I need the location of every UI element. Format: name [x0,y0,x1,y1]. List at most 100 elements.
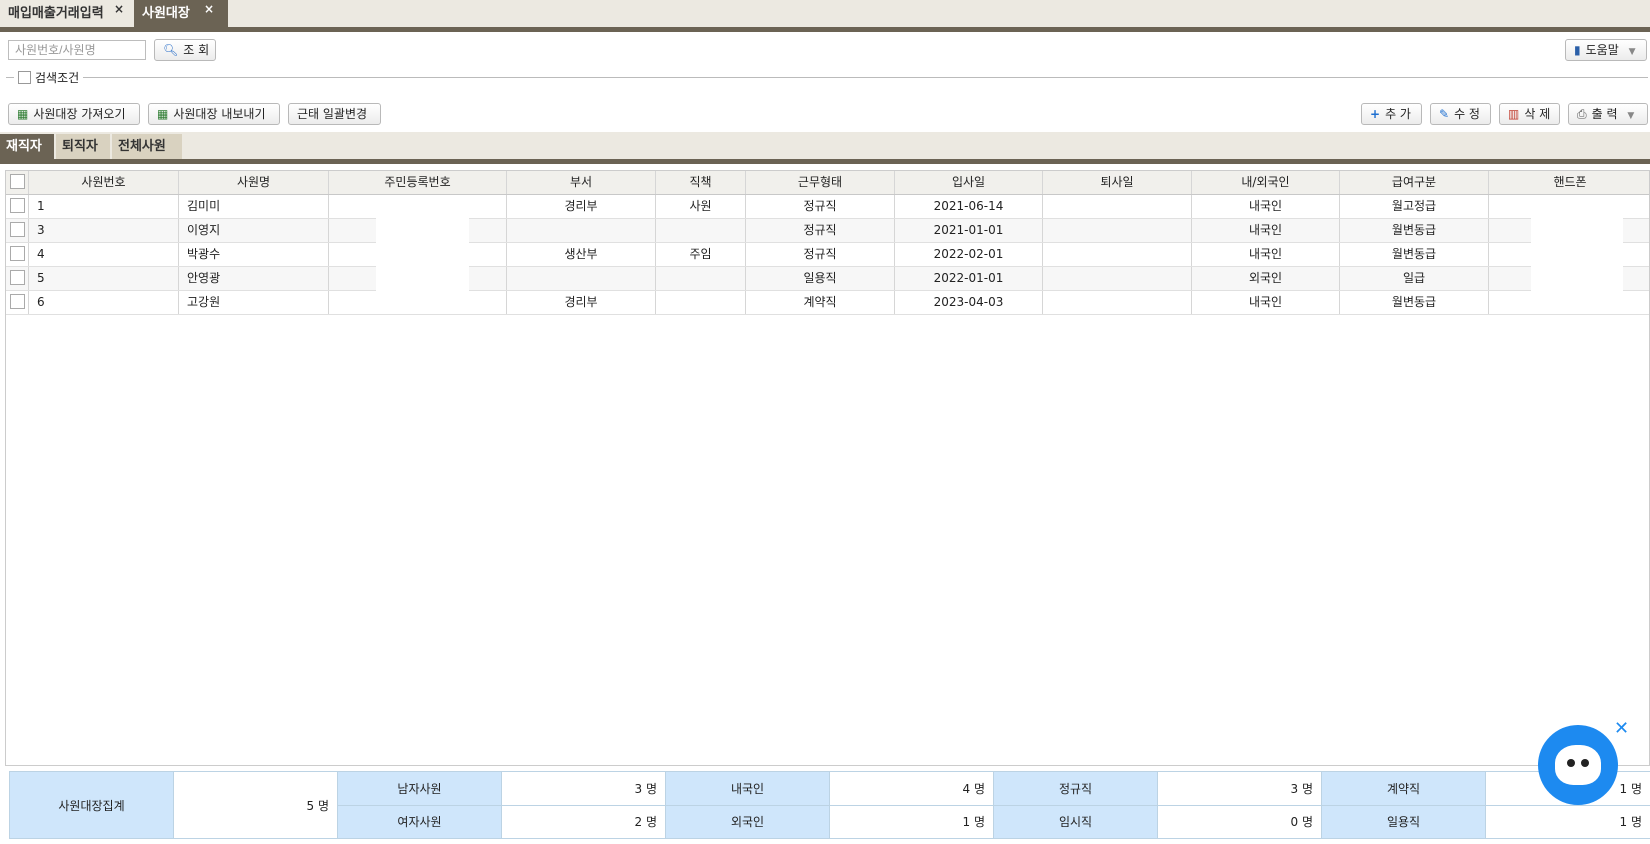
edit-button[interactable]: ✎ 수 정 [1430,103,1491,125]
employee-grid: 사원번호 사원명 주민등록번호 부서 직책 근무형태 입사일 퇴사일 내/외국인… [5,170,1650,766]
cell-pay-type: 월고정급 [1340,195,1489,218]
cell-nationality: 내국인 [1192,291,1340,314]
cell-work-type: 정규직 [746,243,895,266]
row-checkbox[interactable] [6,267,29,290]
table-row[interactable]: 3 이영지 정규직 2021-01-01 내국인 월변동급 [6,219,1649,243]
close-icon[interactable]: ✕ [1614,718,1629,739]
column-header[interactable]: 주민등록번호 [329,171,507,194]
cell-emp-name: 박광수 [179,243,329,266]
row-checkbox[interactable] [6,195,29,218]
summary-male: 3 명 [501,771,666,806]
cell-pay-type: 월변동급 [1340,291,1489,314]
cell-position [656,291,746,314]
cell-nationality: 내국인 [1192,243,1340,266]
column-header[interactable]: 급여구분 [1340,171,1489,194]
cell-leave-date [1043,267,1192,290]
tab-retired-employees[interactable]: 퇴직자 [56,134,110,159]
summary-regular: 3 명 [1157,771,1322,806]
chevron-down-icon: ▼ [1628,47,1636,57]
chatbot-button[interactable] [1538,725,1618,805]
cell-emp-no: 3 [29,219,179,242]
delete-button[interactable]: ▥ 삭 제 [1499,103,1560,125]
column-header[interactable]: 근무형태 [746,171,895,194]
grid-header-row: 사원번호 사원명 주민등록번호 부서 직책 근무형태 입사일 퇴사일 내/외국인… [6,171,1649,195]
close-icon[interactable]: × [204,0,214,23]
column-header[interactable]: 내/외국인 [1192,171,1340,194]
add-button[interactable]: + 추 가 [1361,103,1422,125]
column-header[interactable]: 입사일 [895,171,1043,194]
tab-sales-purchase-entry[interactable]: 매입매출거래입력 × [0,0,135,27]
import-register-button[interactable]: ▦ 사원대장 가져오기 [8,103,140,125]
column-header[interactable]: 사원명 [179,171,329,194]
cell-join-date: 2022-02-01 [895,243,1043,266]
tab-current-employees[interactable]: 재직자 [0,134,54,159]
table-row[interactable]: 1 김미미 경리부 사원 정규직 2021-06-14 내국인 월고정급 [6,195,1649,219]
row-checkbox[interactable] [6,219,29,242]
redaction-mask [376,195,469,291]
tab-label: 매입매출거래입력 [8,6,104,21]
column-header[interactable]: 부서 [507,171,656,194]
table-row[interactable]: 5 안영광 일용직 2022-01-01 외국인 일급 [6,267,1649,291]
help-button[interactable]: ▮ 도움말 ▼ [1565,39,1647,61]
close-icon[interactable]: × [114,0,124,23]
cell-pay-type: 월변동급 [1340,219,1489,242]
cell-department: 경리부 [507,195,656,218]
trash-icon: ▥ [1508,107,1520,121]
employee-summary-table: 사원대장집계 5 명 남자사원 3 명 내국인 4 명 정규직 3 명 계약직 … [9,771,1650,839]
cell-work-type: 정규직 [746,195,895,218]
summary-temp: 0 명 [1157,804,1322,839]
summary-contract-label: 계약직 [1321,771,1486,806]
cell-nationality: 외국인 [1192,267,1340,290]
cell-join-date: 2021-06-14 [895,195,1043,218]
bulk-attendance-button[interactable]: 근태 일괄변경 [288,103,381,125]
book-icon: ▮ [1574,43,1581,57]
summary-male-label: 남자사원 [337,771,502,806]
summary-foreign-label: 외국인 [665,804,830,839]
cell-leave-date [1043,243,1192,266]
search-icon: 🔍︎ [163,43,179,57]
checkbox[interactable] [18,71,31,84]
search-button[interactable]: 🔍︎ 조 회 [154,39,216,61]
summary-daily: 1 명 [1485,804,1650,839]
cell-department [507,267,656,290]
cell-phone [1489,291,1649,314]
row-checkbox[interactable] [6,243,29,266]
select-all-checkbox[interactable] [6,171,29,194]
redaction-mask [1531,195,1623,291]
cell-leave-date [1043,195,1192,218]
cell-nationality: 내국인 [1192,195,1340,218]
cell-work-type: 계약직 [746,291,895,314]
cell-position [656,267,746,290]
chatbot-mascot-icon [1555,745,1601,785]
search-condition-toggle[interactable]: 검색조건 [14,69,84,86]
cell-emp-name: 고강원 [179,291,329,314]
printer-icon: ⎙ [1577,107,1587,121]
summary-domestic-label: 내국인 [665,771,830,806]
summary-title: 사원대장집계 [9,771,174,839]
export-register-button[interactable]: ▦ 사원대장 내보내기 [148,103,280,125]
cell-leave-date [1043,291,1192,314]
tab-employee-register[interactable]: 사원대장 × [134,0,228,27]
cell-leave-date [1043,219,1192,242]
cell-join-date: 2021-01-01 [895,219,1043,242]
chevron-down-icon: ▼ [1627,111,1635,121]
column-header[interactable]: 핸드폰 [1489,171,1649,194]
table-row[interactable]: 6 고강원 경리부 계약직 2023-04-03 내국인 월변동급 [6,291,1649,315]
print-button[interactable]: ⎙ 출 력 ▼ [1568,103,1648,125]
column-header[interactable]: 퇴사일 [1043,171,1192,194]
search-input[interactable] [8,40,146,60]
divider [6,77,1648,78]
row-checkbox[interactable] [6,291,29,314]
table-row[interactable]: 4 박광수 생산부 주임 정규직 2022-02-01 내국인 월변동급 [6,243,1649,267]
column-header[interactable]: 직책 [656,171,746,194]
top-tab-bar: 매입매출거래입력 × 사원대장 × [0,0,1650,32]
summary-foreign: 1 명 [829,804,994,839]
cell-nationality: 내국인 [1192,219,1340,242]
cell-emp-no: 1 [29,195,179,218]
tab-all-employees[interactable]: 전체사원 [112,134,182,159]
tab-label: 사원대장 [142,6,190,21]
column-header[interactable]: 사원번호 [29,171,179,194]
summary-regular-label: 정규직 [993,771,1158,806]
cell-emp-name: 이영지 [179,219,329,242]
cell-emp-no: 6 [29,291,179,314]
